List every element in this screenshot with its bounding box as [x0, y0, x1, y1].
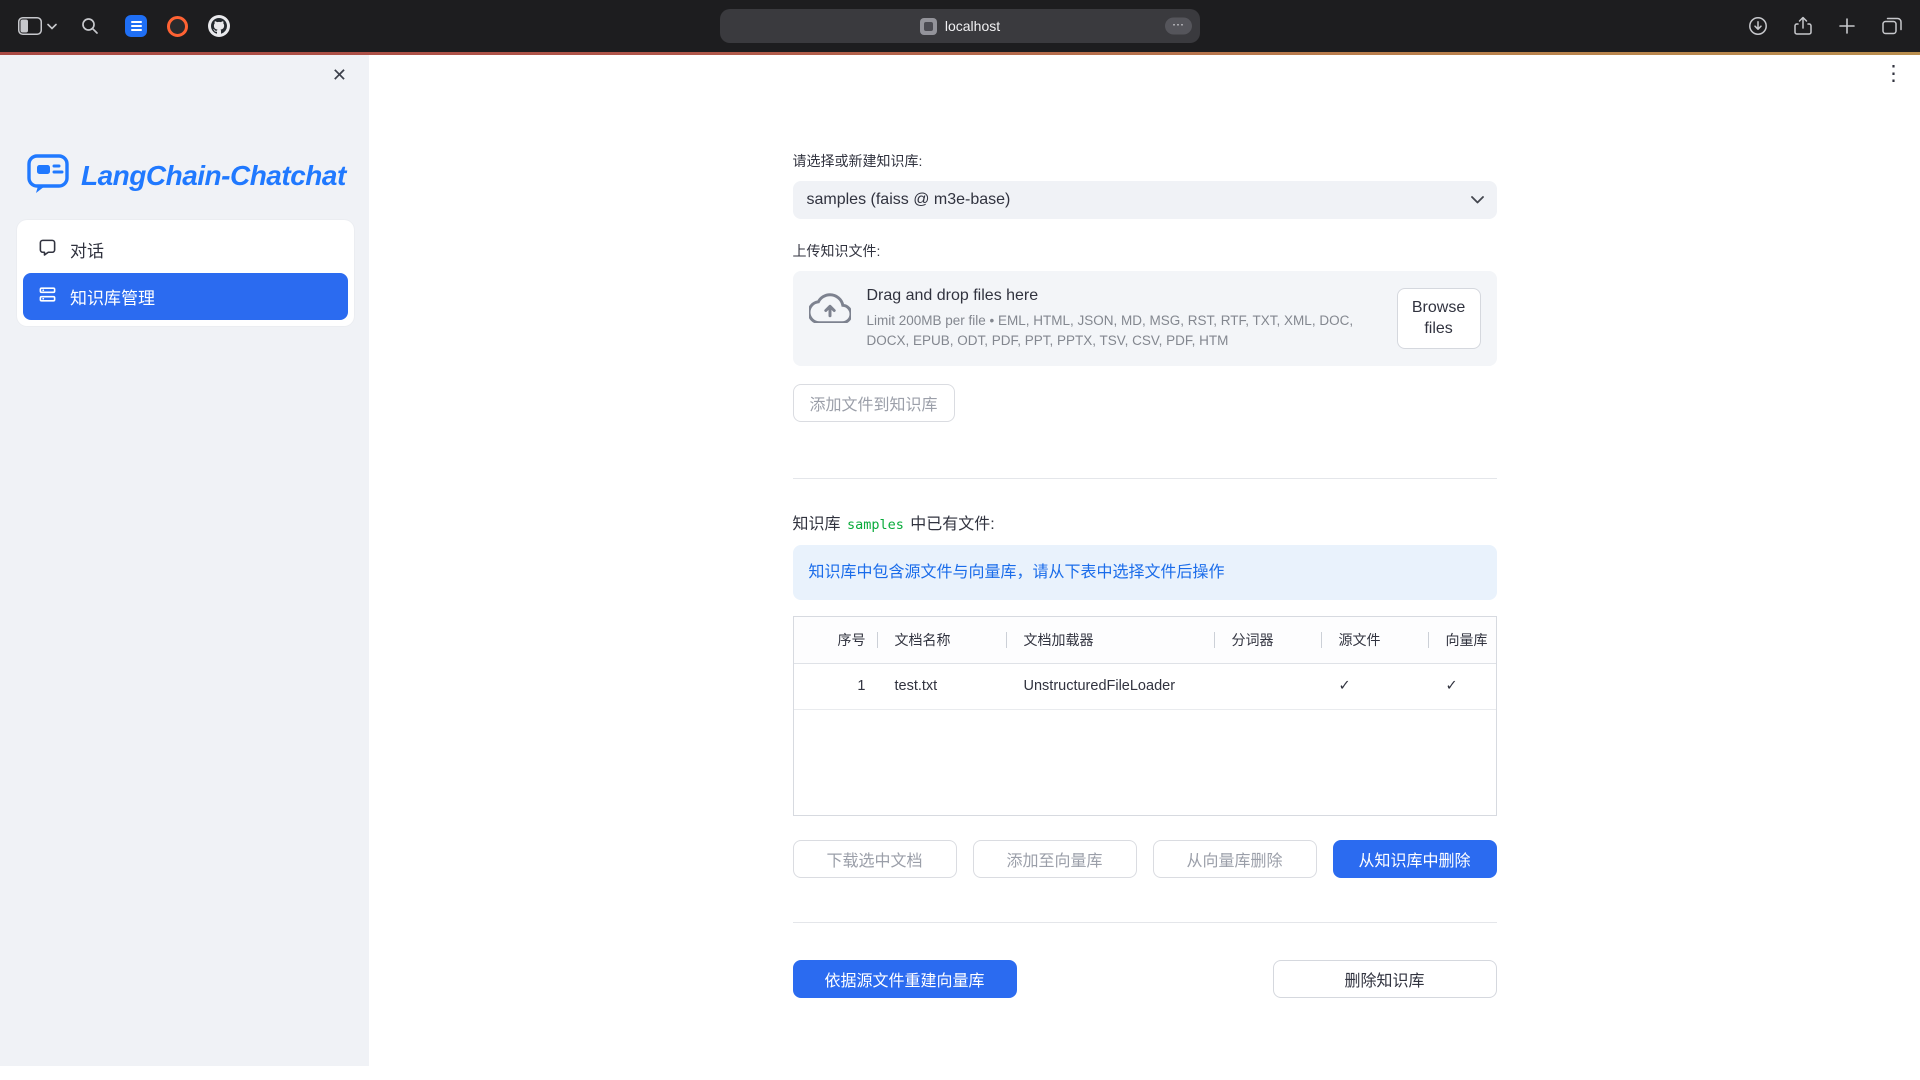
browser-window: localhost ⋯ ✕	[0, 0, 1920, 1080]
close-sidebar-icon[interactable]: ✕	[332, 66, 347, 84]
download-selected-button[interactable]: 下载选中文档	[793, 840, 957, 878]
sidebar-nav: 对话 知识库管理	[17, 220, 354, 326]
table-header-row: 序号 文档名称 文档加载器 分词器 源文件 向量库	[794, 617, 1496, 663]
sidebar-item-knowledge-base[interactable]: 知识库管理	[23, 273, 348, 320]
cell-splitter	[1214, 663, 1321, 709]
address-bar[interactable]: localhost ⋯	[720, 9, 1200, 43]
file-uploader-dropzone[interactable]: Drag and drop files here Limit 200MB per…	[793, 271, 1497, 366]
browser-chrome: localhost ⋯	[0, 0, 1920, 52]
kb-files-heading: 知识库 samples 中已有文件:	[793, 510, 1497, 534]
url-text: localhost	[945, 18, 1000, 34]
sidebar-item-dialogue[interactable]: 对话	[23, 226, 348, 273]
pinned-tab-blue-icon[interactable]	[125, 15, 147, 37]
kb-select[interactable]: samples (faiss @ m3e-base)	[793, 181, 1497, 219]
cell-source-file-check: ✓	[1321, 663, 1428, 709]
kb-name-code: samples	[845, 517, 906, 533]
info-alert: 知识库中包含源文件与向量库，请从下表中选择文件后操作	[793, 545, 1497, 600]
browse-files-button[interactable]: Browse files	[1397, 288, 1481, 350]
delete-kb-button[interactable]: 删除知识库	[1273, 960, 1497, 998]
rebuild-vector-store-button[interactable]: 依据源文件重建向量库	[793, 960, 1017, 998]
delete-from-kb-button[interactable]: 从知识库中删除	[1333, 840, 1497, 878]
upload-label: 上传知识文件:	[793, 241, 1497, 261]
app-page: ✕ LangChain-Chatchat 对话	[0, 55, 1920, 1080]
downloads-icon[interactable]	[1748, 16, 1768, 36]
cell-vector-store-check: ✓	[1428, 663, 1496, 709]
pinned-tab-orange-icon[interactable]	[167, 16, 188, 37]
logo-icon	[26, 152, 70, 199]
uploader-text: Drag and drop files here Limit 200MB per…	[867, 287, 1381, 350]
overflow-menu-icon[interactable]: ⋮	[1883, 63, 1904, 84]
table-row[interactable]: 1 test.txt UnstructuredFileLoader ✓ ✓	[794, 663, 1496, 709]
knowledge-base-icon	[38, 285, 57, 309]
kb-select-value: samples (faiss @ m3e-base)	[807, 191, 1011, 209]
kb-heading-prefix: 知识库	[793, 516, 845, 533]
kb-heading-suffix: 中已有文件:	[906, 516, 995, 533]
main-area: ⋮ 请选择或新建知识库: samples (faiss @ m3e-base) …	[369, 55, 1920, 1080]
search-icon[interactable]	[81, 17, 99, 35]
new-tab-icon[interactable]	[1838, 17, 1856, 35]
kb-bottom-buttons: 依据源文件重建向量库 删除知识库	[793, 960, 1497, 998]
divider	[793, 922, 1497, 923]
table-header[interactable]: 向量库	[1428, 617, 1496, 663]
page-settings-icon[interactable]: ⋯	[1165, 18, 1192, 35]
drag-drop-text: Drag and drop files here	[867, 287, 1381, 305]
sidebar: ✕ LangChain-Chatchat 对话	[0, 55, 369, 1066]
share-icon[interactable]	[1794, 16, 1812, 36]
table-header[interactable]: 文档名称	[877, 617, 1006, 663]
app-logo: LangChain-Chatchat	[26, 152, 346, 199]
kb-select-label: 请选择或新建知识库:	[793, 151, 1497, 171]
site-favicon	[920, 18, 937, 35]
table-header[interactable]: 源文件	[1321, 617, 1428, 663]
divider	[793, 478, 1497, 479]
kb-files-table[interactable]: 序号 文档名称 文档加载器 分词器 源文件 向量库 1 test	[793, 616, 1497, 816]
chat-icon	[38, 238, 57, 262]
table-action-buttons: 下载选中文档 添加至向量库 从向量库删除 从知识库中删除	[793, 840, 1497, 878]
chevron-down-icon[interactable]	[47, 23, 57, 30]
table-header[interactable]: 文档加载器	[1006, 617, 1214, 663]
table-header[interactable]: 分词器	[1214, 617, 1321, 663]
upload-limit-text: Limit 200MB per file • EML, HTML, JSON, …	[867, 311, 1381, 350]
sidebar-item-label: 知识库管理	[70, 284, 155, 309]
cell-doc-name: test.txt	[877, 663, 1006, 709]
table-header[interactable]: 序号	[794, 617, 877, 663]
sidebar-item-label: 对话	[70, 237, 104, 262]
github-icon[interactable]	[208, 15, 230, 37]
delete-from-vector-store-button[interactable]: 从向量库删除	[1153, 840, 1317, 878]
content-column: 请选择或新建知识库: samples (faiss @ m3e-base) 上传…	[793, 55, 1497, 998]
cloud-upload-icon	[809, 291, 851, 328]
cell-loader: UnstructuredFileLoader	[1006, 663, 1214, 709]
logo-text: LangChain-Chatchat	[81, 160, 346, 192]
select-chevron-icon	[1471, 191, 1484, 209]
add-to-vector-store-button[interactable]: 添加至向量库	[973, 840, 1137, 878]
add-files-to-kb-button[interactable]: 添加文件到知识库	[793, 384, 955, 422]
tab-overview-icon[interactable]	[1882, 17, 1902, 35]
sidebar-toggle-icon[interactable]	[18, 17, 42, 35]
cell-index: 1	[794, 663, 877, 709]
